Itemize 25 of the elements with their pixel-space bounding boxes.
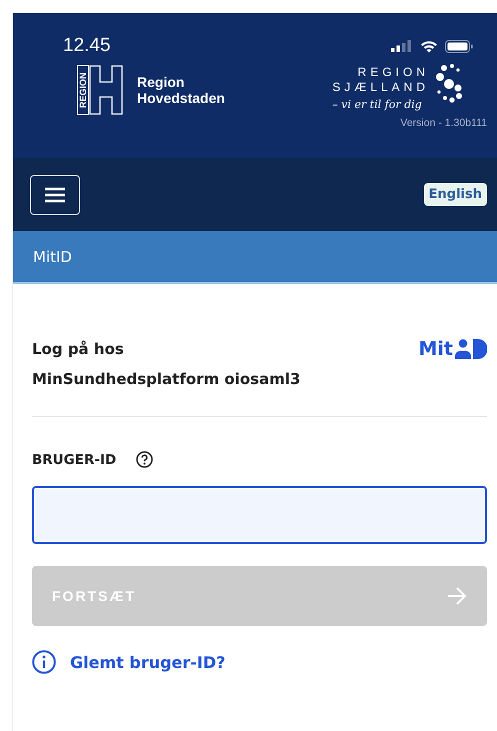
language-button[interactable]: English — [424, 183, 487, 206]
logo-name: Region Hovedstaden — [137, 74, 226, 106]
arrow-right-icon — [447, 587, 467, 605]
version-text: Version - 1.30b111 — [400, 117, 487, 129]
menu-button[interactable] — [30, 174, 80, 214]
info-icon — [32, 650, 56, 674]
logo-tagline: – vi er til for dig — [332, 98, 423, 111]
clock-time: 12.45 — [63, 35, 111, 57]
heading-text: Log på hos — [32, 339, 125, 360]
forgot-link[interactable]: Glemt bruger-ID? — [70, 652, 226, 672]
section-title: MitID — [33, 248, 72, 266]
signal-icon — [391, 40, 413, 52]
logo-mark-text: REGION — [77, 65, 89, 115]
input-field[interactable] — [32, 486, 487, 544]
logo-name: SJÆLLAND — [332, 80, 429, 95]
person-d-logo-icon — [455, 339, 487, 359]
menu-icon — [44, 186, 66, 202]
wifi-icon — [420, 40, 438, 52]
help-icon[interactable] — [136, 451, 154, 468]
battery-icon — [445, 40, 473, 52]
field-label: BRUGER-ID — [32, 452, 116, 468]
brand-text: Mit — [418, 338, 453, 360]
logo-name: REGION — [356, 65, 429, 80]
h-letter-icon — [89, 65, 123, 115]
heading-text: MinSundhedsplatform oiosaml3 — [32, 369, 300, 390]
